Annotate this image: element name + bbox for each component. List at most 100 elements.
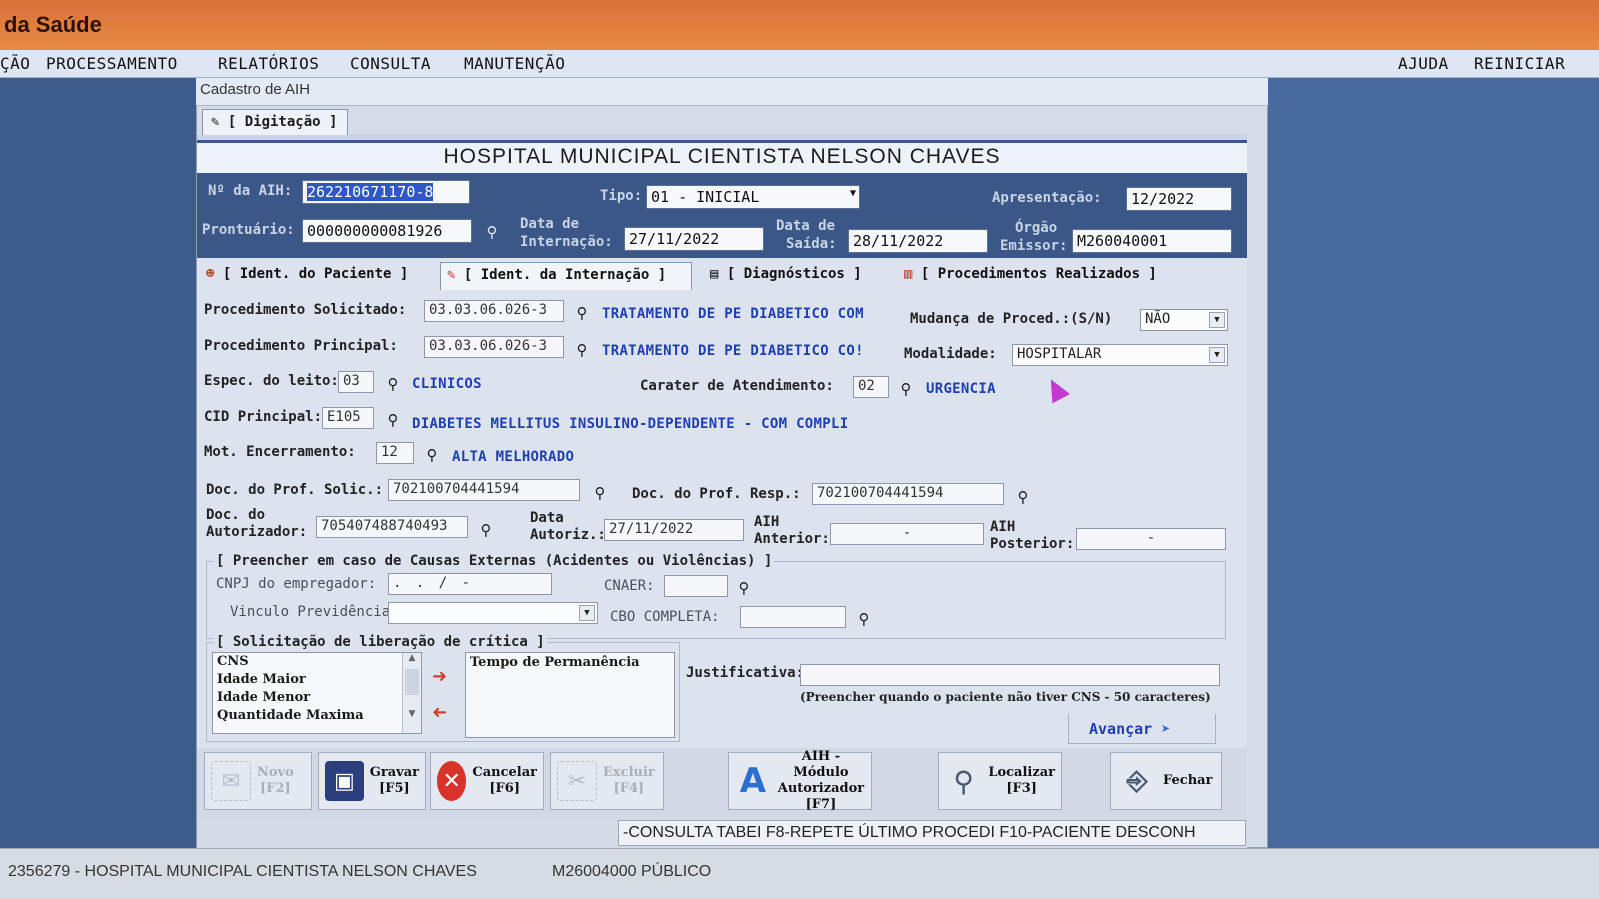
espec-leito-field[interactable]: 03	[338, 371, 374, 393]
menu-item-relatorios[interactable]: RELATÓRIOS	[218, 54, 319, 73]
arrow-left-icon[interactable]: ➜	[432, 702, 447, 723]
proc-principal-description: TRATAMENTO DE PE DIABETICO CO!	[602, 343, 864, 359]
justificativa-field[interactable]	[800, 664, 1220, 686]
document-icon: ✎	[447, 267, 464, 283]
menu-item-consulta[interactable]: CONSULTA	[350, 54, 431, 73]
data-autoriz-field[interactable]: 27/11/2022	[604, 519, 744, 541]
justificativa-hint: (Preencher quando o paciente não tiver C…	[800, 690, 1211, 704]
proc-solicitado-description: TRATAMENTO DE PE DIABETICO COM	[602, 306, 864, 322]
doc-prof-solic-search-binoculars-icon[interactable]: ⚲	[590, 485, 610, 501]
doc-prof-resp-field[interactable]: 702100704441594	[812, 483, 1004, 505]
doc-autorizador-field[interactable]: 705407488740493	[316, 516, 468, 538]
chevron-down-icon: ▼	[1209, 347, 1225, 363]
data-internacao-field[interactable]: 27/11/2022	[624, 227, 764, 251]
carater-description: URGENCIA	[926, 381, 996, 397]
menu-item-cadastro[interactable]: ÇÃO	[0, 54, 30, 73]
novo-button[interactable]: ✉ Novo [F2]	[204, 752, 312, 810]
critica-selected-list[interactable]: Tempo de Permanência	[465, 652, 675, 738]
espec-leito-label: Espec. do leito:	[204, 373, 339, 389]
list-item[interactable]: Idade Menor	[213, 689, 421, 707]
data-saida-field[interactable]: 28/11/2022	[848, 229, 988, 253]
gravar-button[interactable]: ▣ Gravar [F5]	[318, 752, 426, 810]
fechar-button[interactable]: ⎆ Fechar	[1110, 752, 1222, 810]
proc-solicitado-code-field[interactable]: 03.03.06.026-3	[424, 300, 564, 322]
cnaer-field[interactable]	[664, 575, 728, 597]
cbo-search-binoculars-icon[interactable]: ⚲	[854, 611, 874, 627]
window-title-bar: Cadastro de AIH	[196, 78, 1268, 106]
list-item[interactable]: CNS	[213, 653, 421, 671]
tab-procedimentos-realizados[interactable]: ▥ [ Procedimentos Realizados ]	[898, 262, 1198, 290]
desktop-background-left	[0, 78, 196, 848]
scrollbar-thumb[interactable]	[405, 669, 419, 695]
mot-encerramento-search-binoculars-icon[interactable]: ⚲	[422, 447, 442, 463]
list-item[interactable]: Quantidade Maxima	[213, 707, 421, 725]
aih-posterior-field[interactable]: -	[1076, 528, 1226, 550]
chevron-down-icon[interactable]: ▼	[403, 709, 421, 719]
doc-autorizador-label-1: Doc. do	[206, 507, 266, 523]
status-hospital: 2356279 - HOSPITAL MUNICIPAL CIENTISTA N…	[8, 863, 477, 880]
doc-prof-resp-label: Doc. do Prof. Resp.:	[632, 486, 801, 502]
orgao-emissor-label-1: Órgão	[1015, 220, 1058, 236]
aih-number-field[interactable]: 262210671170-8	[302, 180, 470, 204]
localizar-button[interactable]: ⚲ Localizar [F3]	[938, 752, 1062, 810]
mudanca-proced-select[interactable]: NÃO ▼	[1140, 309, 1228, 331]
cid-principal-field[interactable]: E105	[322, 407, 374, 429]
cnaer-label: CNAER:	[604, 578, 655, 594]
cnpj-label: CNPJ do empregador:	[216, 576, 377, 592]
list-item[interactable]: Idade Maior	[213, 671, 421, 689]
orgao-emissor-field[interactable]: M260040001	[1072, 229, 1232, 253]
tab-ident-paciente[interactable]: ☻ [ Ident. do Paciente ]	[200, 262, 434, 290]
mot-encerramento-label: Mot. Encerramento:	[204, 444, 356, 460]
modalidade-select[interactable]: HOSPITALAR ▼	[1012, 344, 1228, 366]
cnpj-field[interactable]: . . / -	[388, 573, 552, 595]
cancelar-button[interactable]: ✕ Cancelar [F6]	[430, 752, 544, 810]
excluir-button[interactable]: ✂ Excluir [F4]	[550, 752, 664, 810]
aih-anterior-field[interactable]: -	[830, 523, 984, 545]
new-document-icon: ✉	[211, 761, 251, 801]
prontuario-search-binoculars-icon[interactable]: ⚲	[482, 224, 502, 240]
arrow-right-icon[interactable]: ➜	[432, 666, 447, 687]
tab-ident-internacao[interactable]: ✎ [ Ident. da Internação ]	[440, 262, 692, 290]
menu-item-manutencao[interactable]: MANUTENÇÃO	[464, 54, 565, 73]
app-title-bar: da Saúde	[0, 0, 1599, 50]
cid-search-binoculars-icon[interactable]: ⚲	[383, 412, 403, 428]
vinculo-select[interactable]: ▼	[388, 602, 598, 624]
espec-leito-search-binoculars-icon[interactable]: ⚲	[383, 376, 403, 392]
doc-autorizador-search-binoculars-icon[interactable]: ⚲	[476, 522, 496, 538]
chevron-up-icon[interactable]: ▲	[403, 653, 421, 663]
doc-prof-solic-field[interactable]: 702100704441594	[388, 479, 580, 501]
vinculo-label: Vinculo Previdência:	[230, 604, 399, 620]
cbo-field[interactable]	[740, 606, 846, 628]
critica-title: [ Solicitação de liberação de crítica ]	[214, 634, 547, 650]
clipboard-icon: ▤	[710, 266, 727, 282]
avancar-button[interactable]: Avançar ➤	[1068, 714, 1216, 744]
authorizer-a-icon: A	[739, 761, 767, 801]
aih-posterior-label-1: AIH	[990, 519, 1016, 535]
cancel-x-icon: ✕	[437, 761, 467, 801]
arrow-right-icon: ➤	[1161, 720, 1171, 738]
proc-principal-search-binoculars-icon[interactable]: ⚲	[572, 342, 592, 358]
critica-available-list[interactable]: CNS Idade Maior Idade Menor Quantidade M…	[212, 652, 422, 734]
apresentacao-field[interactable]: 12/2022	[1126, 187, 1232, 211]
modulo-autorizador-button[interactable]: A AIH - Módulo Autorizador [F7]	[728, 749, 872, 812]
app-title: da Saúde	[4, 12, 102, 37]
tab-diagnosticos[interactable]: ▤ [ Diagnósticos ]	[704, 262, 882, 290]
proc-principal-code-field[interactable]: 03.03.06.026-3	[424, 336, 564, 358]
tab-digitacao[interactable]: ✎ [ Digitação ]	[202, 109, 348, 135]
doc-prof-resp-search-binoculars-icon[interactable]: ⚲	[1013, 489, 1033, 505]
carater-search-binoculars-icon[interactable]: ⚲	[896, 381, 916, 397]
chevron-down-icon: ▼	[849, 188, 856, 199]
menu-item-ajuda[interactable]: AJUDA	[1398, 54, 1449, 73]
cnaer-search-binoculars-icon[interactable]: ⚲	[734, 580, 754, 596]
critica-list-scrollbar[interactable]: ▲ ▼	[402, 653, 421, 733]
carater-field[interactable]: 02	[853, 376, 889, 398]
list-item[interactable]: Tempo de Permanência	[466, 653, 674, 672]
prontuario-field[interactable]: 000000000081926	[302, 219, 472, 243]
menu-item-reiniciar[interactable]: REINICIAR	[1474, 54, 1565, 73]
proc-solicitado-search-binoculars-icon[interactable]: ⚲	[572, 305, 592, 321]
tipo-select[interactable]: 01 - INICIAL ▼	[646, 185, 860, 209]
cid-principal-label: CID Principal:	[204, 409, 323, 425]
mot-encerramento-field[interactable]: 12	[376, 442, 414, 464]
main-menu-bar: ÇÃO PROCESSAMENTO RELATÓRIOS CONSULTA MA…	[0, 50, 1599, 78]
menu-item-processamento[interactable]: PROCESSAMENTO	[46, 54, 178, 73]
